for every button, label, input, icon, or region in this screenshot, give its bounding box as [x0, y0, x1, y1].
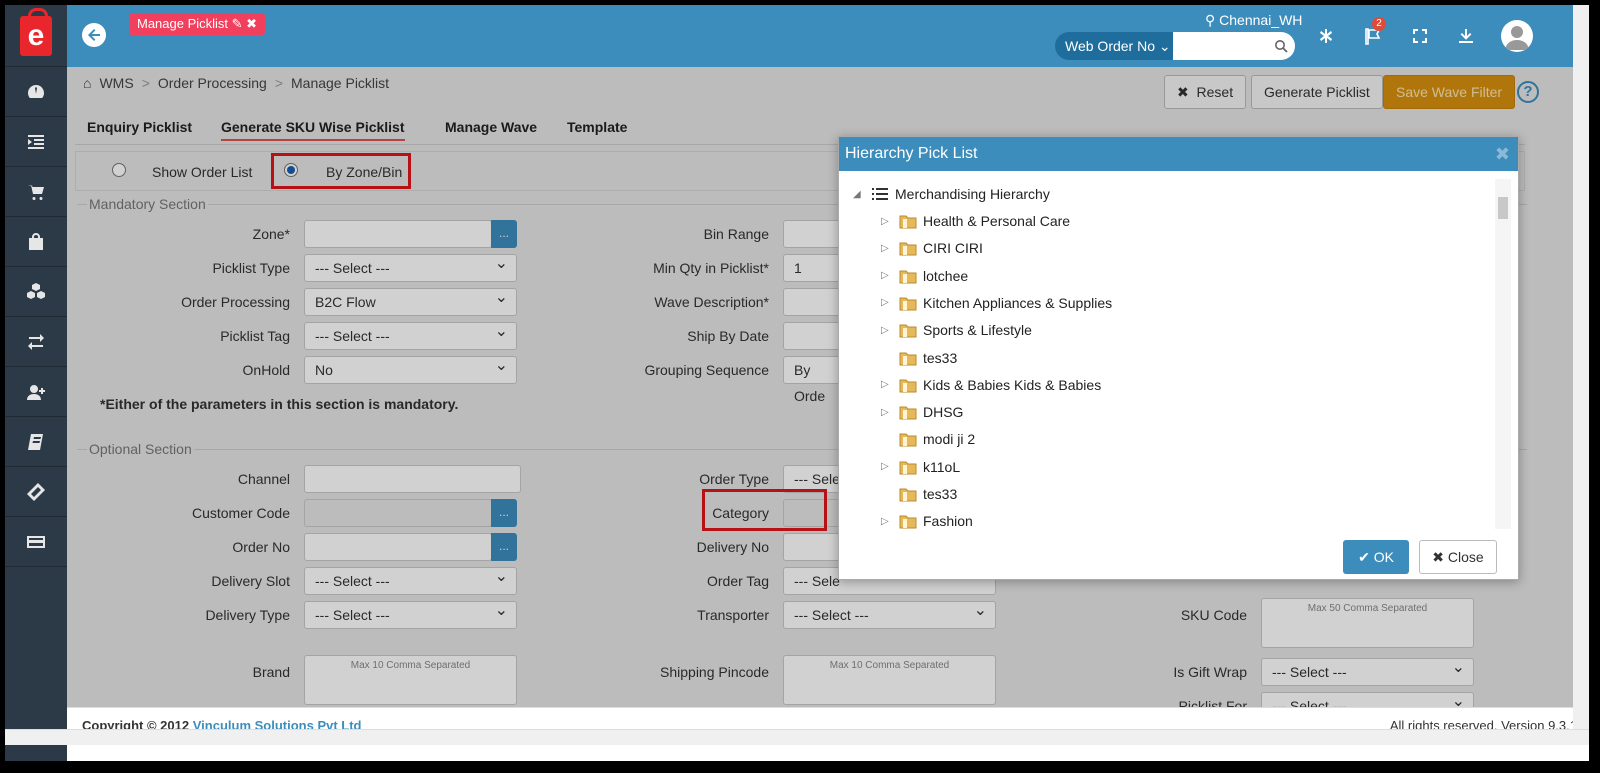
search-icon[interactable] — [1274, 39, 1288, 53]
expand-icon[interactable]: ▷ — [881, 243, 893, 254]
check-icon: ✔ — [1358, 549, 1370, 565]
exchange-icon[interactable] — [5, 317, 67, 367]
dialog-header: Hierarchy Pick List ✖ — [839, 137, 1518, 171]
dialog-close-icon[interactable]: ✖ — [1495, 137, 1510, 171]
logo-icon: e — [20, 7, 52, 56]
folder-icon — [899, 461, 917, 475]
notification-badge: 2 — [1372, 17, 1386, 31]
chevron-down-icon: ⌄ — [1158, 38, 1171, 54]
tree-node[interactable]: ▷ CIRI CIRI — [881, 237, 983, 259]
tree-node[interactable]: tes33 — [881, 347, 957, 369]
folder-icon — [899, 324, 917, 338]
tree-node-label: modi ji 2 — [923, 431, 976, 448]
shopping-bag-icon[interactable] — [5, 217, 67, 267]
list-icon — [872, 188, 888, 200]
expand-icon[interactable]: ▷ — [881, 297, 893, 308]
tree-node[interactable]: ▷ DHSG — [881, 401, 963, 423]
close-button[interactable]: ✖ Close — [1419, 540, 1497, 574]
location-label[interactable]: ⚲ Chennai_WH — [1205, 12, 1302, 29]
folder-icon — [899, 433, 917, 447]
map-marker-icon: ⚲ — [1205, 12, 1216, 28]
tree-node-label: k11oL — [923, 458, 961, 475]
tree-node[interactable]: ▷ Kids & Babies Kids & Babies — [881, 374, 1101, 396]
tree-node[interactable]: ▷ Fashion — [881, 510, 973, 529]
hierarchy-pick-list-dialog: Hierarchy Pick List ✖ ◢ Merchandising Hi… — [838, 136, 1519, 580]
collapse-icon[interactable]: ◢ — [853, 189, 865, 200]
folder-icon — [899, 242, 917, 256]
expand-icon[interactable]: ▷ — [881, 407, 893, 418]
folder-icon — [899, 297, 917, 311]
dashboard-icon[interactable] — [5, 67, 67, 117]
ok-button[interactable]: ✔ OK — [1343, 540, 1409, 574]
order-type-dropdown[interactable]: Web Order No ⌄ — [1055, 32, 1181, 60]
folder-icon — [899, 488, 917, 502]
folder-icon — [899, 215, 917, 229]
back-button[interactable] — [82, 23, 106, 47]
folder-icon — [899, 270, 917, 284]
page-pill[interactable]: Manage Picklist ✎ ✖ — [129, 13, 266, 35]
tree-root-label: Merchandising Hierarchy — [895, 186, 1050, 202]
expand-icon[interactable]: ▷ — [881, 461, 893, 472]
horizontal-scrollbar[interactable] — [5, 729, 1589, 745]
credit-card-icon[interactable] — [5, 517, 67, 567]
fullscreen-icon[interactable] — [1411, 27, 1429, 45]
expand-icon[interactable]: ▷ — [881, 516, 893, 527]
sidebar: e — [5, 5, 67, 761]
book-icon[interactable] — [5, 417, 67, 467]
close-icon: ✖ — [1432, 549, 1445, 565]
app-window: e Manage Picklist ✎ ✖ ⚲ Chennai_WH Web O… — [5, 5, 1589, 761]
top-bar: Manage Picklist ✎ ✖ ⚲ Chennai_WH Web Ord… — [67, 5, 1589, 67]
location-name: Chennai_WH — [1219, 12, 1303, 28]
close-label: Close — [1447, 549, 1484, 565]
tree-scrollbar[interactable] — [1495, 179, 1511, 529]
tree-node-label: lotchee — [923, 267, 969, 284]
expand-icon[interactable]: ▷ — [881, 325, 893, 336]
tree-node-label: tes33 — [923, 486, 958, 502]
cart-icon[interactable] — [5, 167, 67, 217]
tree-node[interactable]: modi ji 2 — [881, 428, 975, 450]
tree-node-label: Kids & Babies Kids & Babies — [923, 376, 1102, 393]
tree-node[interactable]: tes33 — [881, 483, 957, 505]
tree-node-label: tes33 — [923, 349, 958, 366]
folder-icon — [899, 352, 917, 365]
add-user-icon[interactable] — [5, 367, 67, 417]
folder-icon — [899, 379, 917, 393]
expand-icon[interactable]: ▷ — [881, 270, 893, 281]
asterisk-icon[interactable] — [1317, 27, 1335, 45]
tree-node[interactable]: ▷ Sports & Lifestyle — [881, 319, 1032, 341]
user-avatar[interactable] — [1501, 20, 1533, 52]
tree-node[interactable]: ▷ lotchee — [881, 265, 968, 287]
tree-node-label: Health & Personal Care — [923, 213, 1071, 229]
app-logo[interactable]: e — [5, 5, 67, 67]
expand-icon[interactable]: ▷ — [881, 379, 893, 390]
folder-icon — [899, 515, 917, 529]
tree-scroll-thumb[interactable] — [1498, 197, 1508, 219]
tree-node-label: Kitchen Appliances & Supplies — [923, 294, 1113, 311]
hierarchy-tree: ◢ Merchandising Hierarchy ▷ Health & Pers… — [847, 179, 1495, 529]
cubes-icon[interactable] — [5, 267, 67, 317]
tree-node-label: Sports & Lifestyle — [923, 322, 1032, 339]
tree-node-label: Fashion — [923, 513, 973, 529]
tree-node-label: CIRI CIRI — [923, 240, 983, 257]
tree-node[interactable]: ▷ Health & Personal Care — [881, 210, 1070, 232]
expand-icon[interactable]: ▷ — [881, 216, 893, 227]
dialog-title: Hierarchy Pick List — [845, 145, 978, 162]
download-icon[interactable] — [1457, 27, 1475, 45]
folder-icon — [899, 406, 917, 420]
ok-label: OK — [1373, 549, 1394, 565]
menu-indent-icon[interactable] — [5, 117, 67, 167]
tree-node[interactable]: ▷ Kitchen Appliances & Supplies — [881, 292, 1112, 314]
tree-root[interactable]: ◢ Merchandising Hierarchy — [853, 183, 1050, 205]
tree-node[interactable]: ▷ k11oL — [881, 456, 960, 478]
order-type-value: Web Order No — [1065, 38, 1155, 54]
tree-node-label: DHSG — [923, 404, 964, 421]
ticket-icon[interactable] — [5, 467, 67, 517]
arrow-left-icon — [88, 29, 100, 41]
vertical-scrollbar[interactable] — [1573, 5, 1589, 729]
